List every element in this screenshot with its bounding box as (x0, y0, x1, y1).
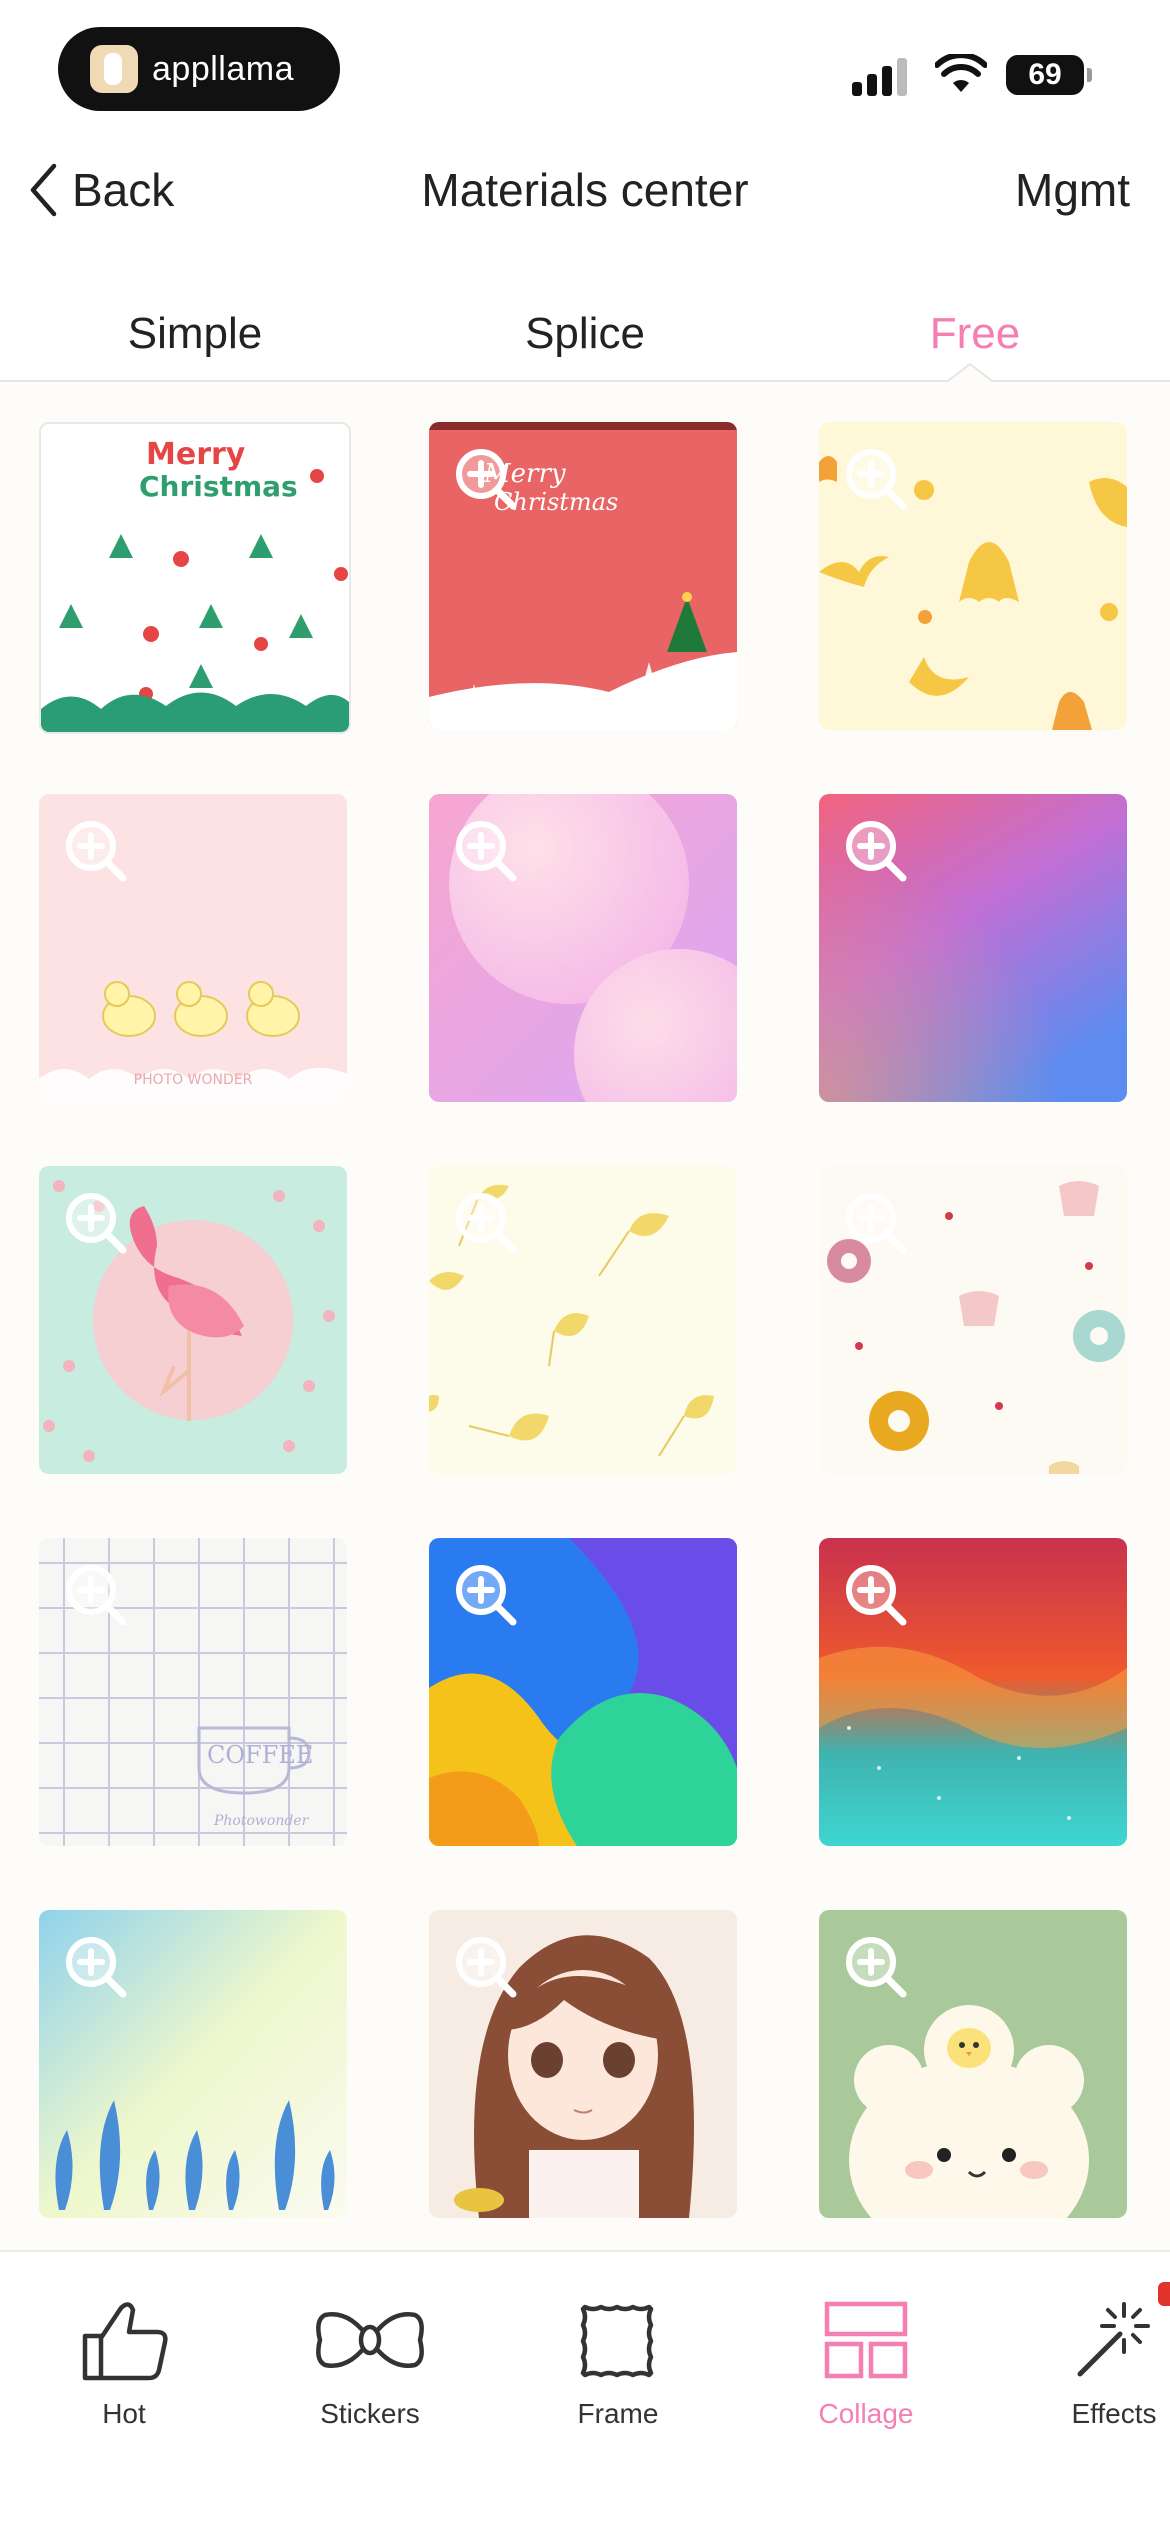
bottom-tab-hot[interactable]: Hot (24, 2292, 224, 2430)
material-tile[interactable] (429, 794, 737, 1102)
zoom-preview-icon[interactable] (841, 816, 911, 886)
bottom-tab-label: Collage (818, 2398, 914, 2429)
material-tile[interactable]: COFFEE Photowonder (39, 1538, 347, 1846)
page-title: Materials center (421, 164, 749, 216)
zoom-preview-icon[interactable] (63, 446, 133, 516)
bottom-tab-frame[interactable]: Frame (518, 2292, 718, 2430)
material-tile[interactable] (819, 1166, 1127, 1474)
status-bar: appllama 69 (0, 0, 1170, 140)
bow-icon (316, 2312, 424, 2368)
navigation-bar: Back Materials center Mgmt (0, 140, 1170, 240)
thumbnail-text: Photowonder (213, 1813, 310, 1829)
wifi-icon (935, 54, 987, 92)
tab-simple[interactable]: Simple (0, 290, 390, 378)
material-tile[interactable] (819, 422, 1127, 730)
bottom-tab-bar: Hot Stickers Frame Collage Effects (0, 2250, 1170, 2534)
thumbnail-text: COFFEE (207, 1741, 313, 1769)
zoom-preview-icon[interactable] (841, 1188, 911, 1258)
chevron-left-icon (30, 163, 57, 217)
bottom-tab-stickers[interactable]: Stickers (270, 2292, 470, 2430)
cellular-signal-icon (852, 56, 912, 96)
app-name: appllama (152, 49, 294, 88)
zoom-preview-icon[interactable] (451, 1560, 521, 1630)
thumbnail-text: Merry (146, 437, 246, 472)
material-tile[interactable] (819, 794, 1127, 1102)
bottom-tab-label: Frame (577, 2398, 659, 2429)
zoom-preview-icon[interactable] (451, 444, 521, 514)
battery-level: 69 (1028, 58, 1062, 91)
frame-icon (580, 2304, 654, 2378)
materials-grid: Merry Christmas Merry Christmas PHOTO WO… (0, 382, 1170, 2250)
zoom-preview-icon[interactable] (61, 1560, 131, 1630)
bottom-tab-collage[interactable]: Collage (766, 2292, 966, 2430)
zoom-preview-icon[interactable] (61, 1188, 131, 1258)
zoom-preview-icon[interactable] (451, 1188, 521, 1258)
material-tile[interactable] (819, 1910, 1127, 2218)
zoom-preview-icon[interactable] (61, 816, 131, 886)
bottom-tab-label: Effects (1071, 2398, 1157, 2429)
thumbs-up-icon (82, 2302, 168, 2381)
battery-indicator: 69 (1006, 55, 1092, 95)
bottom-tab-label: Hot (102, 2398, 146, 2429)
bottom-tab-effects[interactable]: Effects (1014, 2292, 1170, 2430)
back-button[interactable]: Back (28, 160, 174, 220)
material-tile[interactable] (39, 1166, 347, 1474)
material-tile[interactable]: Merry Christmas (39, 422, 351, 734)
material-tile[interactable] (429, 1910, 737, 2218)
bottom-tab-label: Stickers (320, 2398, 420, 2429)
material-tile[interactable]: Merry Christmas (429, 422, 737, 730)
zoom-preview-icon[interactable] (451, 1932, 521, 2002)
material-tile[interactable] (39, 1910, 347, 2218)
material-tile[interactable] (429, 1538, 737, 1846)
thumbnail-text: PHOTO WONDER (134, 1072, 253, 1088)
back-label: Back (72, 164, 175, 216)
tab-indicator (944, 362, 996, 384)
zoom-preview-icon[interactable] (841, 1932, 911, 2002)
thumbnail-text: Christmas (139, 470, 298, 503)
notification-dot (1158, 2282, 1170, 2306)
material-tile[interactable] (429, 1166, 737, 1474)
material-tile[interactable]: PHOTO WONDER (39, 794, 347, 1102)
tab-splice[interactable]: Splice (390, 290, 780, 378)
app-badge: appllama (58, 27, 340, 111)
zoom-preview-icon[interactable] (61, 1932, 131, 2002)
magic-wand-icon (1077, 2302, 1150, 2377)
collage-icon (824, 2301, 908, 2379)
zoom-preview-icon[interactable] (451, 816, 521, 886)
llama-logo-icon (90, 45, 138, 93)
manage-button[interactable]: Mgmt (1015, 160, 1130, 220)
zoom-preview-icon[interactable] (841, 444, 911, 514)
zoom-preview-icon[interactable] (841, 1560, 911, 1630)
material-tile[interactable] (819, 1538, 1127, 1846)
